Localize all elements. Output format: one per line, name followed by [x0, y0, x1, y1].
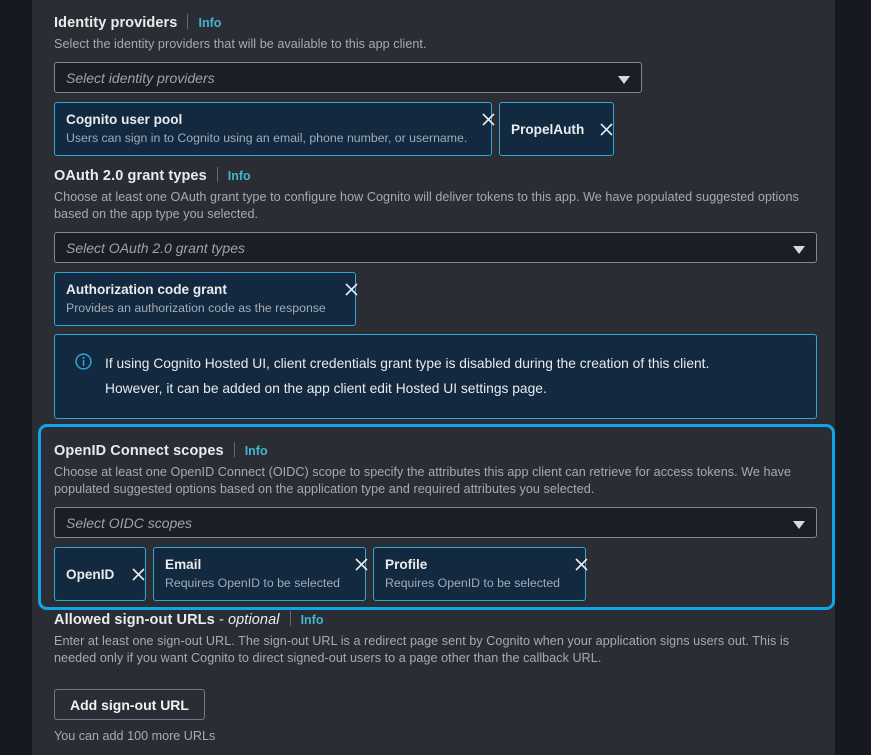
close-icon[interactable] [330, 282, 358, 297]
chip-propelauth[interactable]: PropelAuth [499, 102, 614, 156]
oauth-grant-types-label: OAuth 2.0 grant types [54, 168, 207, 184]
identity-providers-select[interactable]: Select identity providers [54, 62, 642, 93]
chevron-down-icon [793, 245, 805, 254]
chip-body: Authorization code grant Provides an aut… [66, 280, 326, 317]
close-icon[interactable] [121, 567, 145, 582]
chip-body: OpenID [66, 565, 114, 584]
chip-subtitle: Users can sign in to Cognito using an em… [66, 131, 468, 145]
label-divider [233, 442, 235, 457]
chip-subtitle: Requires OpenID to be selected [385, 576, 560, 590]
app-root: Identity providers Info Select the ident… [0, 0, 871, 755]
label-divider [216, 167, 218, 182]
chip-title: Authorization code grant [66, 282, 227, 297]
identity-providers-info-link[interactable]: Info [198, 14, 221, 32]
section-oidc-scopes: OpenID Connect scopes Info Choose at lea… [54, 440, 835, 601]
identity-providers-label: Identity providers [54, 15, 178, 31]
form-panel: Identity providers Info Select the ident… [32, 0, 835, 755]
oauth-grant-types-select[interactable]: Select OAuth 2.0 grant types [54, 232, 817, 263]
oauth-label-row: OAuth 2.0 grant types Info [54, 165, 835, 186]
chip-email[interactable]: Email Requires OpenID to be selected [153, 547, 368, 601]
chip-body: Cognito user pool Users can sign in to C… [66, 110, 467, 147]
oidc-scopes-info-link[interactable]: Info [245, 442, 268, 460]
signout-urls-hint: You can add 100 more URLs [54, 729, 216, 743]
identity-providers-select-placeholder: Select identity providers [66, 69, 215, 86]
oauth-grant-types-description: Choose at least one OAuth grant type to … [54, 190, 799, 221]
chip-cognito-user-pool[interactable]: Cognito user pool Users can sign in to C… [54, 102, 495, 156]
signout-urls-info-link[interactable]: Info [301, 611, 324, 629]
oidc-scopes-select-placeholder: Select OIDC scopes [66, 514, 193, 531]
close-icon[interactable] [340, 557, 368, 572]
info-alert: If using Cognito Hosted UI, client crede… [54, 334, 817, 419]
chip-body: Profile Requires OpenID to be selected [385, 555, 560, 592]
chip-title: Cognito user pool [66, 112, 183, 127]
identity-providers-description: Select the identity providers that will … [54, 37, 427, 51]
add-signout-url-button[interactable]: Add sign-out URL [54, 689, 205, 720]
chip-openid[interactable]: OpenID [54, 547, 146, 601]
signout-urls-description: Enter at least one sign-out URL. The sig… [54, 634, 790, 665]
identity-providers-label-row: Identity providers Info [54, 12, 835, 33]
signout-urls-label-text: Allowed sign-out URLs [54, 612, 215, 628]
chip-profile[interactable]: Profile Requires OpenID to be selected [373, 547, 588, 601]
info-alert-line-1: If using Cognito Hosted UI, client crede… [105, 356, 710, 371]
chip-subtitle: Provides an authorization code as the re… [66, 301, 326, 315]
section-hosted-ui-alert: If using Cognito Hosted UI, client crede… [54, 334, 835, 419]
oauth-grant-types-info-link[interactable]: Info [228, 167, 251, 185]
oauth-grant-types-chips: Authorization code grant Provides an aut… [54, 272, 835, 326]
section-identity-providers: Identity providers Info Select the ident… [54, 12, 835, 156]
chip-title: OpenID [66, 566, 115, 582]
chip-body: PropelAuth [511, 120, 584, 139]
signout-urls-label: Allowed sign-out URLs - optional [54, 610, 280, 630]
section-oauth-grant-types: OAuth 2.0 grant types Info Choose at lea… [54, 165, 835, 326]
close-icon[interactable] [467, 112, 495, 127]
section-signout-urls: Allowed sign-out URLs - optional Info En… [54, 609, 835, 745]
info-circle-icon [75, 353, 92, 370]
close-icon[interactable] [589, 122, 613, 137]
chip-title: Email [165, 557, 202, 572]
chip-title: PropelAuth [511, 121, 585, 137]
info-alert-line-2: However, it can be added on the app clie… [105, 381, 547, 396]
signout-urls-optional-text: - optional [214, 612, 280, 628]
chip-title: Profile [385, 557, 428, 572]
oidc-scopes-description: Choose at least one OpenID Connect (OIDC… [54, 465, 792, 496]
close-icon[interactable] [560, 557, 588, 572]
chip-authorization-code-grant[interactable]: Authorization code grant Provides an aut… [54, 272, 358, 326]
identity-providers-chips: Cognito user pool Users can sign in to C… [54, 102, 835, 156]
chevron-down-icon [793, 520, 805, 529]
oidc-scopes-chips: OpenID Email Requires OpenID to be selec… [54, 547, 835, 601]
oidc-scopes-label: OpenID Connect scopes [54, 443, 224, 459]
info-alert-text: If using Cognito Hosted UI, client crede… [105, 351, 709, 401]
label-divider [289, 611, 291, 626]
oidc-scopes-select[interactable]: Select OIDC scopes [54, 507, 817, 538]
chip-subtitle: Requires OpenID to be selected [165, 576, 340, 590]
label-divider [187, 14, 189, 29]
chevron-down-icon [618, 75, 630, 84]
oauth-grant-types-select-placeholder: Select OAuth 2.0 grant types [66, 239, 245, 256]
oidc-label-row: OpenID Connect scopes Info [54, 440, 835, 461]
signout-label-row: Allowed sign-out URLs - optional Info [54, 609, 835, 630]
chip-body: Email Requires OpenID to be selected [165, 555, 340, 592]
